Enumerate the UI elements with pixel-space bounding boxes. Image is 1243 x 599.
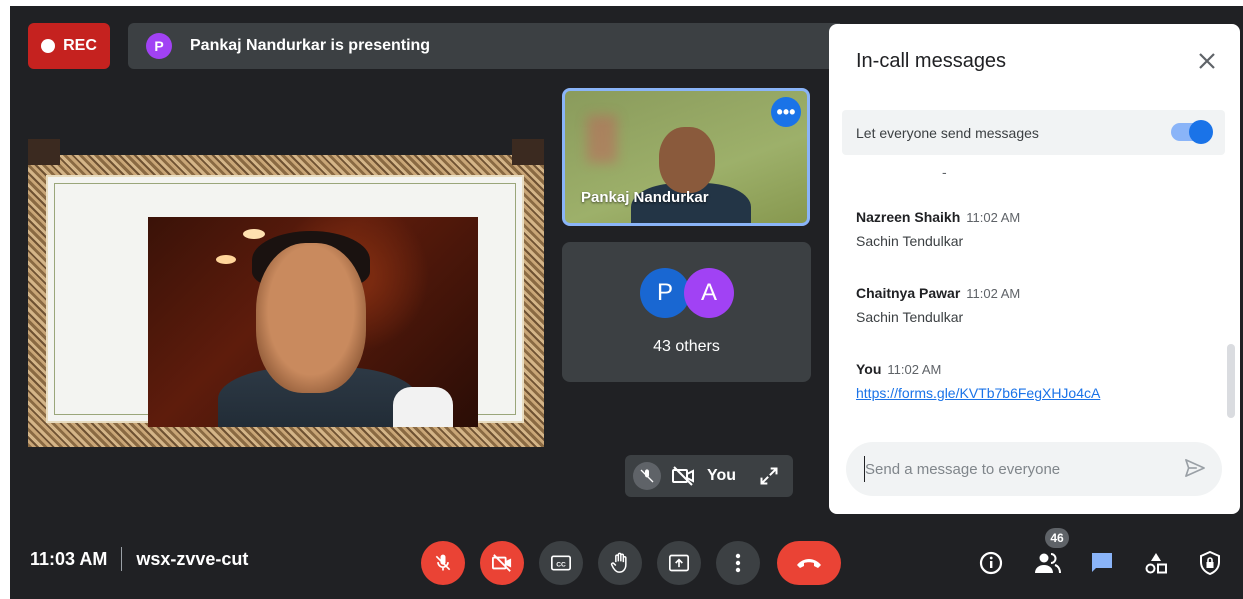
close-icon [1199,53,1215,69]
meeting-code: wsx-zvve-cut [136,548,249,569]
presenting-text: Pankaj Nandurkar is presenting [190,37,431,54]
chat-panel: In-call messages Let everyone send messa… [829,24,1240,514]
end-call-icon [797,559,821,568]
participant-count-badge: 46 [1045,528,1069,548]
participant-name: Pankaj Nandurkar [581,189,709,206]
presenting-banner: P Pankaj Nandurkar is presenting [128,23,840,69]
others-count-label: 43 others [653,338,720,355]
slide-frame-tab-left [28,139,60,165]
mic-off-icon [435,554,451,571]
presenter-avatar: P [146,33,172,59]
self-label: You [707,467,737,484]
slide-photo [148,217,478,427]
shared-screen [28,155,544,447]
svg-text:CC: CC [556,561,566,568]
chat-scrollbar[interactable] [1227,344,1235,418]
recording-label: REC [63,37,97,54]
self-mic-off-icon [633,462,661,490]
message-sender: You [856,361,882,377]
people-button[interactable] [1030,545,1066,581]
message-composer [846,442,1222,496]
message-time: 11:02 AM [887,362,942,377]
chat-button[interactable] [1084,545,1120,581]
shared-slide [46,175,524,427]
raise-hand-icon [610,552,627,573]
slide-frame-tab-right [512,139,544,165]
tile-more-options-icon[interactable]: ••• [771,97,801,127]
message-sender: Nazreen Shaikh [856,209,961,225]
send-button[interactable] [1184,458,1206,478]
meeting-details-button[interactable] [973,545,1009,581]
close-chat-button[interactable] [1194,48,1220,74]
send-icon [1185,459,1205,477]
more-options-button[interactable] [716,541,760,585]
message-time: 11:02 AM [966,210,1021,225]
host-controls-icon [1200,551,1220,575]
chat-message: Chaitnya Pawar 11:02 AM Sachin Tendulkar [856,285,1020,325]
message-permission-label: Let everyone send messages [856,125,1039,141]
raise-hand-button[interactable] [598,541,642,585]
present-now-button[interactable] [657,541,701,585]
chat-panel-title: In-call messages [856,50,1007,72]
chat-message: Nazreen Shaikh 11:02 AM Sachin Tendulkar [856,209,1020,249]
host-controls-button[interactable] [1192,545,1228,581]
present-icon [669,554,689,572]
recording-badge: REC [28,23,110,69]
message-text: Sachin Tendulkar [856,233,964,249]
message-link[interactable]: https://forms.gle/KVTb7b6FegXHJo4cA [856,385,1100,401]
message-permission-row: Let everyone send messages [842,110,1225,155]
message-sender: Chaitnya Pawar [856,285,961,301]
captions-icon: CC [551,555,571,571]
activities-button[interactable] [1138,545,1174,581]
message-time: 11:02 AM [966,286,1021,301]
self-tile[interactable]: You [625,455,793,497]
activities-icon [1145,553,1167,574]
current-time: 11:03 AM [30,548,108,569]
camera-toggle-button[interactable] [480,541,524,585]
self-camera-off-icon [671,465,695,487]
leave-call-button[interactable] [777,541,841,585]
chat-message: You 11:02 AM https://forms.gle/KVTb7b6Feg… [856,361,1100,401]
others-avatar-a: A [684,268,734,318]
more-vert-icon [735,553,741,573]
captions-button[interactable]: CC [539,541,583,585]
others-avatar-p: P [640,268,690,318]
info-icon [979,551,1003,575]
people-icon [1035,553,1061,574]
message-permission-toggle[interactable] [1171,120,1213,144]
message-separator: - [942,164,947,180]
expand-icon[interactable] [759,466,779,486]
message-text: Sachin Tendulkar [856,309,964,325]
camera-off-icon [492,554,512,572]
mic-toggle-button[interactable] [421,541,465,585]
chat-icon [1092,553,1112,572]
others-tile[interactable]: P A 43 others [562,242,811,382]
meeting-info: 11:03 AM wsx-zvve-cut [30,547,248,571]
message-input[interactable] [864,456,1167,482]
record-dot-icon [41,39,56,53]
participant-tile-presenter[interactable]: Pankaj Nandurkar ••• [562,88,810,226]
